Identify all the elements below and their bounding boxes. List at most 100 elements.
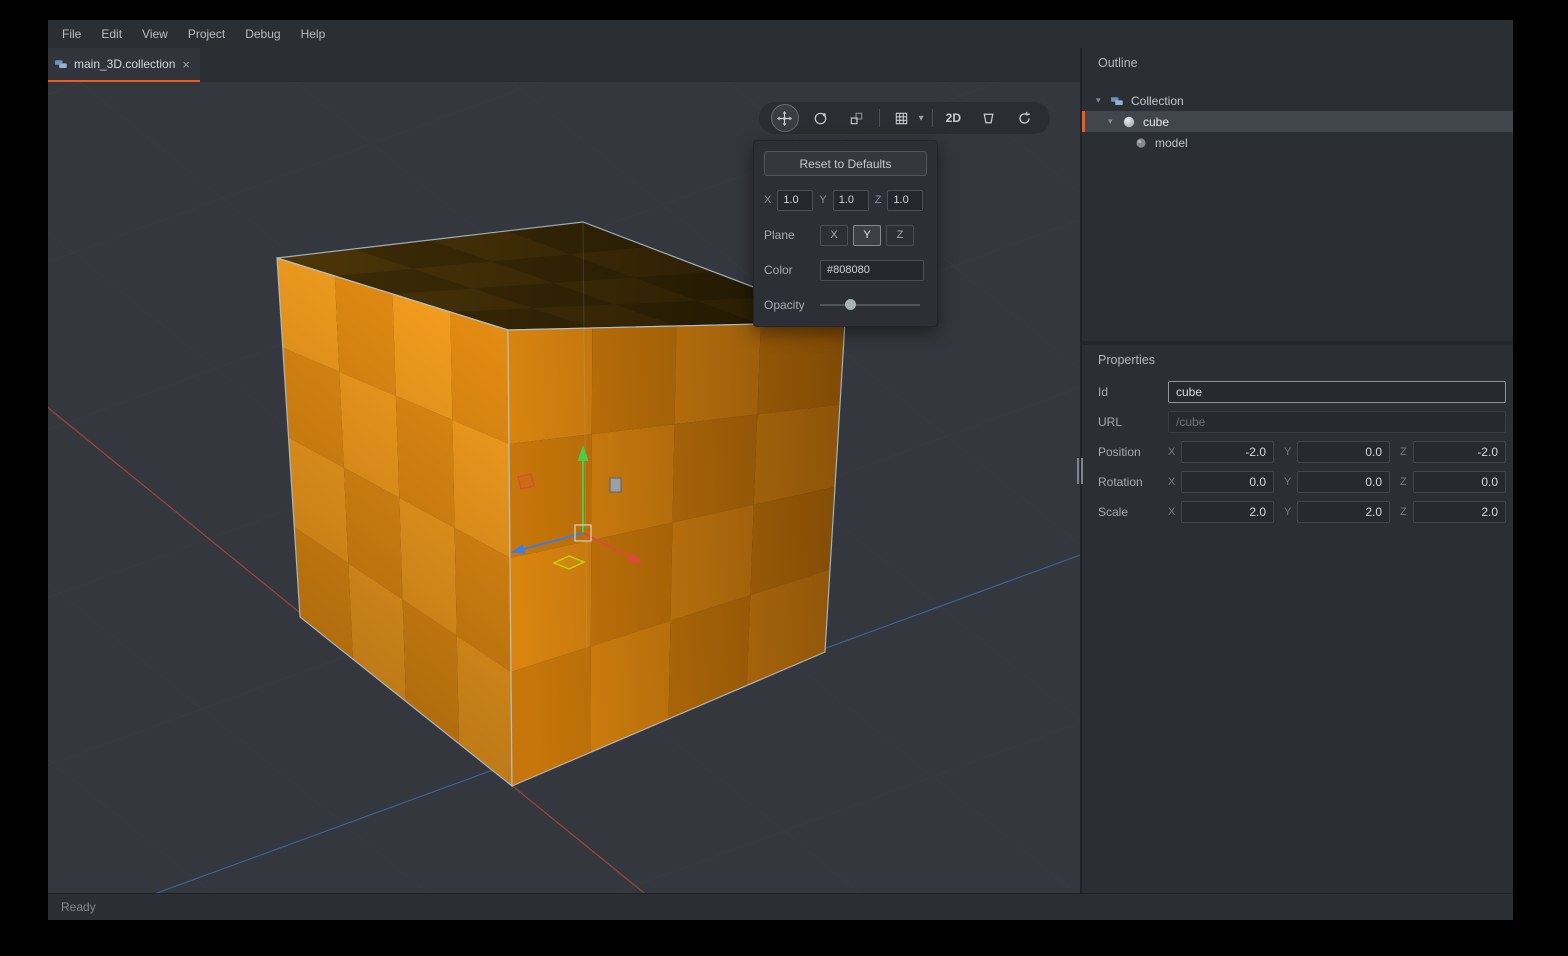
frustum-culling-button[interactable]: [974, 104, 1002, 132]
property-label-position: Position: [1098, 445, 1141, 459]
axis-label-y: Y: [1284, 506, 1292, 518]
panel-splitter[interactable]: [1080, 48, 1082, 893]
plane-x-button[interactable]: X: [820, 224, 848, 246]
reset-defaults-button[interactable]: Reset to Defaults: [764, 151, 927, 176]
properties-rows: Id URL Position X Y Z Rotation X Y Z Scale X Y Z: [1082, 371, 1513, 527]
id-input[interactable]: [1168, 381, 1506, 403]
properties-panel-title: Properties: [1098, 353, 1155, 367]
rotate-icon: [812, 110, 829, 127]
outline-item-cube[interactable]: ▾ cube: [1082, 111, 1513, 132]
property-row-scale: Scale X Y Z: [1082, 497, 1506, 527]
side-panel: Outline ▾ Collection ▾ cube model Properties…: [1082, 48, 1513, 893]
position-y-input[interactable]: [1297, 441, 1390, 463]
frustum-icon: [980, 110, 997, 127]
position-z-input[interactable]: [1412, 441, 1506, 463]
collection-icon: [54, 57, 68, 71]
slider-track: [820, 304, 920, 306]
plane-y-button[interactable]: Y: [853, 224, 881, 246]
slider-thumb[interactable]: [845, 299, 856, 310]
reload-icon: [1016, 110, 1033, 127]
grid-x-input[interactable]: [777, 189, 814, 211]
outline-panel: Outline ▾ Collection ▾ cube model: [1082, 48, 1513, 341]
tab-bar: main_3D.collection ×: [48, 48, 1080, 82]
reload-button[interactable]: [1010, 104, 1038, 132]
main-area: main_3D.collection × ▾ 2D Reset to Defaul…: [48, 48, 1513, 893]
plane-z-button[interactable]: Z: [886, 224, 914, 246]
grid-y-input[interactable]: [832, 189, 869, 211]
axis-label-z: Z: [1400, 446, 1407, 458]
rotate-tool-button[interactable]: [807, 104, 835, 132]
scale-icon: [848, 110, 865, 127]
opacity-label: Opacity: [764, 298, 805, 312]
plane-options: XYZ: [820, 224, 919, 246]
property-label-url: URL: [1098, 415, 1123, 429]
property-row-id: Id: [1082, 377, 1506, 407]
grid-axis-label-y: Y: [819, 194, 827, 206]
expander-icon[interactable]: ▾: [1096, 95, 1110, 106]
axis-label-x: X: [1168, 446, 1176, 458]
menu-project[interactable]: Project: [178, 27, 235, 41]
grid-color-row: Color: [764, 259, 927, 281]
axis-label-z: Z: [1400, 506, 1407, 518]
model-icon: [1134, 136, 1148, 150]
gameobject-icon: [1122, 115, 1136, 129]
property-label-scale: Scale: [1098, 505, 1129, 519]
chevron-down-icon[interactable]: ▾: [919, 113, 924, 124]
status-bar: Ready: [48, 893, 1513, 920]
property-label-id: Id: [1098, 385, 1109, 399]
axis-label-y: Y: [1284, 446, 1292, 458]
editor-window: File Edit View Project Debug Help main_3D.col…: [48, 20, 1513, 920]
menu-help[interactable]: Help: [291, 27, 336, 41]
menu-file[interactable]: File: [52, 27, 91, 41]
menu-debug[interactable]: Debug: [235, 27, 290, 41]
tab-close-icon[interactable]: ×: [182, 57, 190, 72]
move-tool-button[interactable]: [770, 104, 799, 132]
scale-tool-button[interactable]: [843, 104, 871, 132]
toolbar-divider: [931, 109, 933, 127]
grid-z-input[interactable]: [887, 189, 924, 211]
color-label: Color: [764, 263, 793, 277]
outline-item-model[interactable]: model: [1082, 132, 1513, 153]
menu-view[interactable]: View: [132, 27, 178, 41]
expander-icon[interactable]: ▾: [1108, 116, 1122, 127]
grid-color-input[interactable]: [820, 259, 924, 281]
position-x-input[interactable]: [1181, 441, 1274, 463]
grid-axis-label-x: X: [764, 194, 772, 206]
editor-column: main_3D.collection × ▾ 2D Reset to Defaul…: [48, 48, 1080, 893]
outline-item-label: model: [1155, 135, 1188, 150]
grid-axis-label-z: Z: [874, 194, 882, 206]
grid-settings-button[interactable]: [888, 104, 916, 132]
opacity-slider[interactable]: [820, 298, 920, 312]
grid-icon: [893, 110, 910, 127]
menu-bar: File Edit View Project Debug Help: [48, 20, 1513, 48]
grid-opacity-row: Opacity: [764, 294, 927, 316]
axis-label-y: Y: [1284, 476, 1292, 488]
status-text: Ready: [61, 900, 96, 914]
splitter-grip-icon[interactable]: [1077, 458, 1083, 484]
property-row-url: URL: [1082, 407, 1506, 437]
scene-viewport[interactable]: ▾2D Reset to Defaults XYZ Plane XYZ Colo…: [48, 82, 1080, 893]
toolbar-divider: [878, 109, 880, 127]
grid-plane-row: Plane XYZ: [764, 224, 927, 246]
grid-settings-popover: Reset to Defaults XYZ Plane XYZ Color Op…: [753, 140, 938, 327]
property-label-rotation: Rotation: [1098, 475, 1143, 489]
rotation-y-input[interactable]: [1297, 471, 1390, 493]
scale-z-input[interactable]: [1412, 501, 1506, 523]
url-input[interactable]: [1168, 411, 1506, 433]
plane-label: Plane: [764, 228, 795, 242]
property-row-rotation: Rotation X Y Z: [1082, 467, 1506, 497]
scale-y-input[interactable]: [1297, 501, 1390, 523]
property-row-position: Position X Y Z: [1082, 437, 1506, 467]
properties-panel: Properties Id URL Position X Y Z RotationXYZ Sc…: [1082, 345, 1513, 893]
scale-x-input[interactable]: [1181, 501, 1274, 523]
mode-2d-button[interactable]: 2D: [941, 104, 966, 132]
rotation-z-input[interactable]: [1412, 471, 1506, 493]
outline-item-collection[interactable]: ▾ Collection: [1082, 90, 1513, 111]
collection-icon: [1110, 94, 1124, 108]
grid-size-row: X Y Z: [764, 189, 927, 211]
rotation-x-input[interactable]: [1181, 471, 1274, 493]
tab-main-3d-collection[interactable]: main_3D.collection ×: [48, 48, 200, 82]
menu-edit[interactable]: Edit: [91, 27, 132, 41]
outline-item-label: Collection: [1131, 93, 1184, 108]
outline-tree: ▾ Collection ▾ cube model: [1082, 90, 1513, 153]
